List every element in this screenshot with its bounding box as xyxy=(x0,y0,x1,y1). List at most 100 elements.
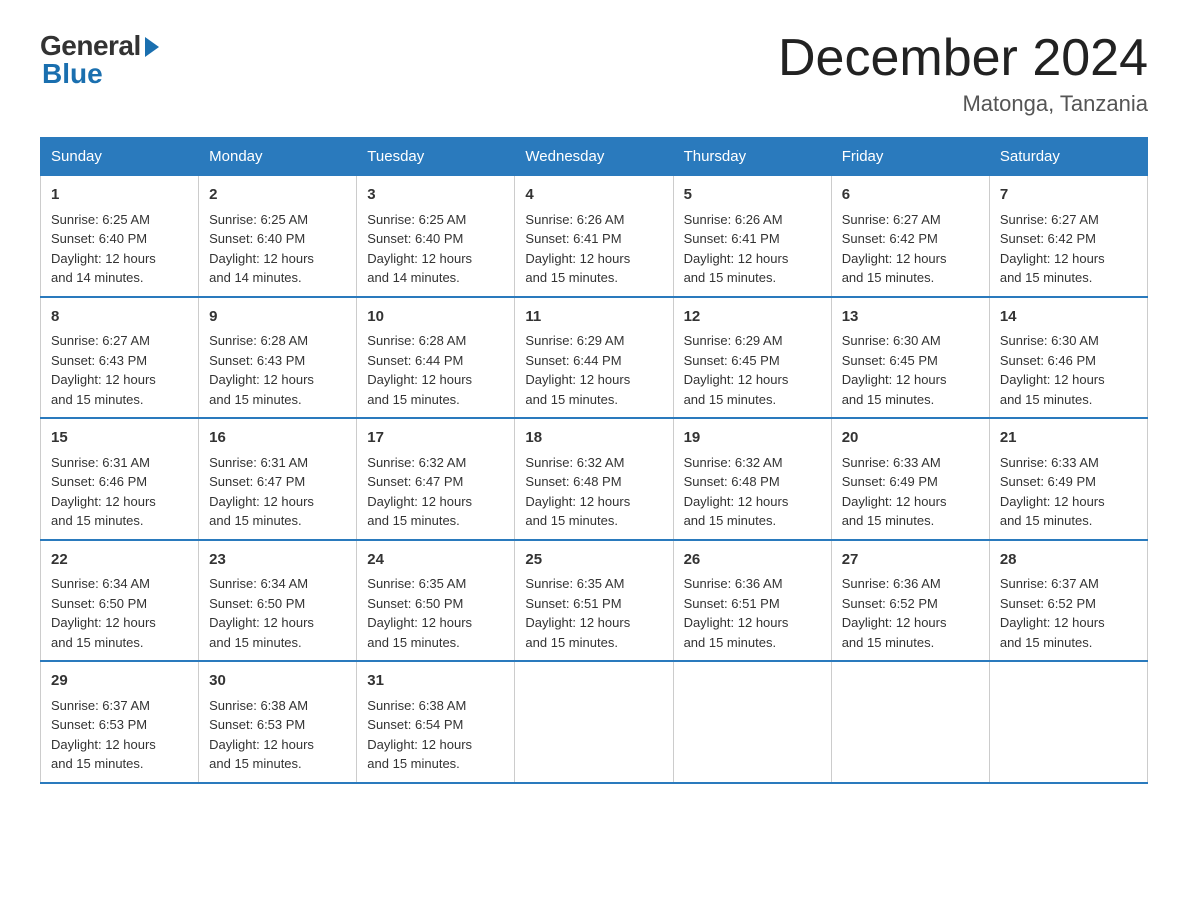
sunset-label: Sunset: 6:40 PM xyxy=(51,231,147,246)
day-number: 23 xyxy=(209,549,346,572)
sunset-label: Sunset: 6:51 PM xyxy=(525,596,621,611)
daylight-label: Daylight: 12 hours xyxy=(209,372,314,387)
page-header: General Blue December 2024 Matonga, Tanz… xyxy=(40,30,1148,117)
daylight-minutes: and 14 minutes. xyxy=(51,270,144,285)
daylight-minutes: and 15 minutes. xyxy=(367,513,460,528)
daylight-minutes: and 15 minutes. xyxy=(842,513,935,528)
daylight-minutes: and 15 minutes. xyxy=(525,635,618,650)
daylight-minutes: and 15 minutes. xyxy=(525,270,618,285)
daylight-minutes: and 15 minutes. xyxy=(684,392,777,407)
sunrise-label: Sunrise: 6:27 AM xyxy=(842,212,941,227)
daylight-label: Daylight: 12 hours xyxy=(209,494,314,509)
logo: General Blue xyxy=(40,30,159,90)
day-number: 9 xyxy=(209,306,346,329)
daylight-label: Daylight: 12 hours xyxy=(209,615,314,630)
calendar-day-cell xyxy=(831,661,989,783)
sunset-label: Sunset: 6:44 PM xyxy=(525,353,621,368)
sunset-label: Sunset: 6:42 PM xyxy=(842,231,938,246)
calendar-day-cell: 31 Sunrise: 6:38 AM Sunset: 6:54 PM Dayl… xyxy=(357,661,515,783)
daylight-label: Daylight: 12 hours xyxy=(684,251,789,266)
calendar-day-header: Wednesday xyxy=(515,138,673,176)
calendar-day-cell: 15 Sunrise: 6:31 AM Sunset: 6:46 PM Dayl… xyxy=(41,418,199,540)
calendar-day-cell: 2 Sunrise: 6:25 AM Sunset: 6:40 PM Dayli… xyxy=(199,176,357,297)
day-number: 25 xyxy=(525,549,662,572)
day-number: 16 xyxy=(209,427,346,450)
daylight-minutes: and 15 minutes. xyxy=(1000,513,1093,528)
sunset-label: Sunset: 6:48 PM xyxy=(684,474,780,489)
sunset-label: Sunset: 6:45 PM xyxy=(842,353,938,368)
sunset-label: Sunset: 6:47 PM xyxy=(209,474,305,489)
daylight-label: Daylight: 12 hours xyxy=(1000,494,1105,509)
calendar-day-cell: 10 Sunrise: 6:28 AM Sunset: 6:44 PM Dayl… xyxy=(357,297,515,419)
calendar-day-cell: 12 Sunrise: 6:29 AM Sunset: 6:45 PM Dayl… xyxy=(673,297,831,419)
daylight-label: Daylight: 12 hours xyxy=(525,615,630,630)
daylight-label: Daylight: 12 hours xyxy=(367,737,472,752)
calendar-day-cell: 8 Sunrise: 6:27 AM Sunset: 6:43 PM Dayli… xyxy=(41,297,199,419)
sunset-label: Sunset: 6:43 PM xyxy=(51,353,147,368)
sunset-label: Sunset: 6:47 PM xyxy=(367,474,463,489)
calendar-day-cell: 28 Sunrise: 6:37 AM Sunset: 6:52 PM Dayl… xyxy=(989,540,1147,662)
sunset-label: Sunset: 6:50 PM xyxy=(51,596,147,611)
sunset-label: Sunset: 6:41 PM xyxy=(525,231,621,246)
daylight-minutes: and 15 minutes. xyxy=(51,392,144,407)
calendar-day-cell: 18 Sunrise: 6:32 AM Sunset: 6:48 PM Dayl… xyxy=(515,418,673,540)
daylight-minutes: and 15 minutes. xyxy=(525,513,618,528)
logo-arrow-icon xyxy=(145,37,159,57)
sunrise-label: Sunrise: 6:29 AM xyxy=(525,333,624,348)
calendar-day-header: Tuesday xyxy=(357,138,515,176)
calendar-header-row: SundayMondayTuesdayWednesdayThursdayFrid… xyxy=(41,138,1148,176)
calendar-day-cell xyxy=(673,661,831,783)
daylight-minutes: and 14 minutes. xyxy=(367,270,460,285)
day-number: 24 xyxy=(367,549,504,572)
daylight-label: Daylight: 12 hours xyxy=(367,372,472,387)
day-number: 31 xyxy=(367,670,504,693)
daylight-minutes: and 15 minutes. xyxy=(842,392,935,407)
day-number: 29 xyxy=(51,670,188,693)
sunrise-label: Sunrise: 6:25 AM xyxy=(367,212,466,227)
calendar-day-cell: 27 Sunrise: 6:36 AM Sunset: 6:52 PM Dayl… xyxy=(831,540,989,662)
sunset-label: Sunset: 6:54 PM xyxy=(367,717,463,732)
sunrise-label: Sunrise: 6:32 AM xyxy=(525,455,624,470)
sunrise-label: Sunrise: 6:25 AM xyxy=(51,212,150,227)
daylight-minutes: and 15 minutes. xyxy=(367,635,460,650)
daylight-label: Daylight: 12 hours xyxy=(51,372,156,387)
daylight-label: Daylight: 12 hours xyxy=(367,251,472,266)
day-number: 27 xyxy=(842,549,979,572)
calendar-day-cell: 4 Sunrise: 6:26 AM Sunset: 6:41 PM Dayli… xyxy=(515,176,673,297)
daylight-minutes: and 15 minutes. xyxy=(209,635,302,650)
sunrise-label: Sunrise: 6:32 AM xyxy=(684,455,783,470)
daylight-label: Daylight: 12 hours xyxy=(1000,251,1105,266)
month-title: December 2024 xyxy=(778,30,1148,87)
sunrise-label: Sunrise: 6:35 AM xyxy=(367,576,466,591)
sunrise-label: Sunrise: 6:25 AM xyxy=(209,212,308,227)
daylight-minutes: and 15 minutes. xyxy=(1000,635,1093,650)
daylight-label: Daylight: 12 hours xyxy=(51,251,156,266)
daylight-minutes: and 15 minutes. xyxy=(367,392,460,407)
daylight-label: Daylight: 12 hours xyxy=(1000,372,1105,387)
daylight-minutes: and 15 minutes. xyxy=(209,513,302,528)
daylight-minutes: and 15 minutes. xyxy=(209,756,302,771)
calendar-table: SundayMondayTuesdayWednesdayThursdayFrid… xyxy=(40,137,1148,784)
sunset-label: Sunset: 6:42 PM xyxy=(1000,231,1096,246)
day-number: 2 xyxy=(209,184,346,207)
calendar-week-row: 22 Sunrise: 6:34 AM Sunset: 6:50 PM Dayl… xyxy=(41,540,1148,662)
sunset-label: Sunset: 6:41 PM xyxy=(684,231,780,246)
daylight-minutes: and 15 minutes. xyxy=(842,635,935,650)
calendar-day-header: Sunday xyxy=(41,138,199,176)
daylight-minutes: and 15 minutes. xyxy=(684,635,777,650)
sunset-label: Sunset: 6:50 PM xyxy=(209,596,305,611)
calendar-day-header: Friday xyxy=(831,138,989,176)
daylight-label: Daylight: 12 hours xyxy=(684,615,789,630)
day-number: 19 xyxy=(684,427,821,450)
day-number: 7 xyxy=(1000,184,1137,207)
daylight-label: Daylight: 12 hours xyxy=(525,251,630,266)
sunset-label: Sunset: 6:45 PM xyxy=(684,353,780,368)
calendar-day-cell: 19 Sunrise: 6:32 AM Sunset: 6:48 PM Dayl… xyxy=(673,418,831,540)
day-number: 10 xyxy=(367,306,504,329)
sunset-label: Sunset: 6:48 PM xyxy=(525,474,621,489)
daylight-minutes: and 15 minutes. xyxy=(684,270,777,285)
sunrise-label: Sunrise: 6:26 AM xyxy=(525,212,624,227)
day-number: 3 xyxy=(367,184,504,207)
calendar-week-row: 8 Sunrise: 6:27 AM Sunset: 6:43 PM Dayli… xyxy=(41,297,1148,419)
logo-blue-text: Blue xyxy=(42,58,103,90)
